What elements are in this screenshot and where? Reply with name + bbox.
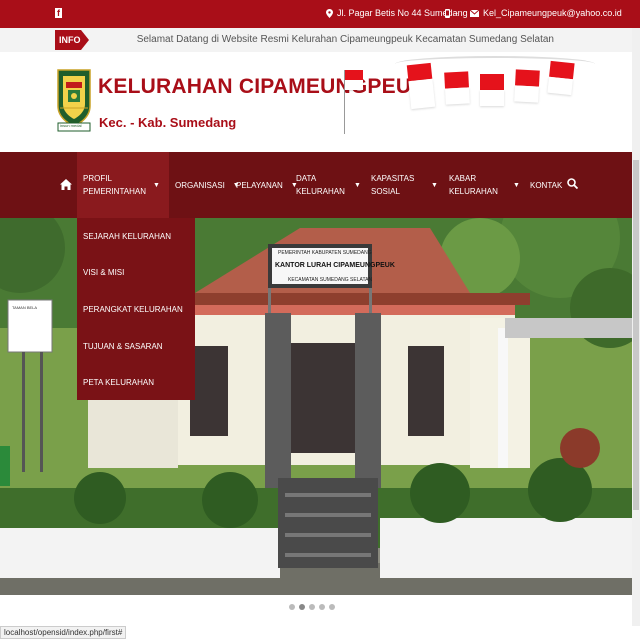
nav-item-data-kelurahan[interactable]: DATA KELURAHAN ▼	[296, 152, 361, 218]
facebook-icon[interactable]: f	[55, 8, 62, 18]
nav-item-pelayanan[interactable]: PELAYANAN ▼	[236, 152, 298, 218]
browser-status-url: localhost/opensid/index.php/first#	[0, 626, 127, 639]
office-sign-line-3: KECAMATAN SUMEDANG SELATAN	[288, 277, 373, 283]
carousel-indicators	[289, 604, 335, 610]
dropdown-item-peta[interactable]: PETA KELURAHAN	[83, 378, 154, 387]
info-marquee: Selamat Datang di Website Resmi Keluraha…	[136, 34, 554, 45]
dropdown-item-tujuan[interactable]: TUJUAN & SASARAN	[83, 342, 163, 351]
logo-motto: insun medal	[60, 123, 82, 128]
site-title[interactable]: KELURAHAN CIPAMEUNGPEUK	[98, 75, 427, 99]
nav-item-profil-pemerintahan[interactable]: PROFIL PEMERINTAHAN ▼	[77, 152, 169, 218]
home-icon[interactable]	[60, 179, 72, 190]
info-bar: INFO Selamat Datang di Website Resmi Kel…	[0, 28, 640, 53]
bunting-flag	[480, 74, 504, 106]
scrollbar-thumb[interactable]	[633, 160, 639, 510]
bunting-flag	[514, 69, 540, 103]
envelope-icon	[470, 9, 479, 17]
dropdown-item-sejarah[interactable]: SEJARAH KELURAHAN	[83, 232, 171, 241]
office-sign-line-1: PEMERINTAH KABUPATEN SUMEDANG	[278, 250, 372, 256]
carousel-dot[interactable]	[319, 604, 325, 610]
chevron-down-icon: ▼	[431, 181, 438, 189]
bunting-flag	[406, 62, 436, 110]
map-marker-icon	[326, 8, 333, 18]
site-header: insun medal KELURAHAN CIPAMEUNGPEUK Kec.…	[0, 52, 640, 152]
nav-item-label: KABAR KELURAHAN	[449, 174, 498, 196]
search-icon[interactable]	[567, 178, 578, 189]
email-item[interactable]: Kel_Cipameungpeuk@yahoo.co.id	[470, 8, 622, 18]
site-subtitle: Kec. - Kab. Sumedang	[99, 115, 237, 130]
nav-item-label: ORGANISASI	[175, 180, 225, 190]
carousel-dot[interactable]	[289, 604, 295, 610]
carousel-dot[interactable]	[309, 604, 315, 610]
phone-text: -	[455, 8, 458, 18]
nav-item-kontak[interactable]: KONTAK	[530, 152, 562, 218]
dropdown-profil-pemerintahan: SEJARAH KELURAHAN VISI & MISI PERANGKAT …	[77, 218, 195, 400]
carousel-dot[interactable]	[329, 604, 335, 610]
nav-item-label: PELAYANAN	[236, 180, 283, 190]
bunting-flag	[444, 71, 470, 105]
bunting-flag	[547, 60, 575, 96]
carousel-dot-active[interactable]	[299, 604, 305, 610]
phone-icon	[445, 8, 450, 18]
chevron-down-icon: ▼	[354, 181, 361, 189]
nav-item-label: DATA KELURAHAN	[296, 174, 345, 196]
nav-item-kabar-kelurahan[interactable]: KABAR KELURAHAN ▼	[449, 152, 520, 218]
email-text: Kel_Cipameungpeuk@yahoo.co.id	[483, 8, 622, 18]
dropdown-item-visi-misi[interactable]: VISI & MISI	[83, 268, 124, 277]
dropdown-item-perangkat[interactable]: PERANGKAT KELURAHAN	[83, 305, 183, 314]
chevron-down-icon: ▼	[513, 181, 520, 189]
nav-item-label: KAPASITAS SOSIAL	[371, 174, 415, 196]
phone-item: -	[444, 8, 458, 18]
office-sign-line-2: KANTOR LURAH CIPAMEUNGPEUK	[275, 262, 395, 269]
main-nav: PROFIL PEMERINTAHAN ▼ ORGANISASI ▼ PELAYAN…	[0, 152, 640, 218]
info-tag: INFO	[55, 30, 89, 50]
nav-item-label: KONTAK	[530, 180, 563, 190]
nav-item-label: PROFIL PEMERINTAHAN	[83, 174, 146, 196]
flag-pole	[345, 70, 363, 90]
nav-item-kapasitas-sosial[interactable]: KAPASITAS SOSIAL ▼	[371, 152, 438, 218]
board-title: TAMAN BELA	[12, 305, 38, 310]
top-bar: f Jl. Pagar Betis No 44 Sumedang - Kel_C…	[0, 0, 640, 28]
chevron-down-icon: ▼	[153, 181, 160, 189]
nav-item-organisasi[interactable]: ORGANISASI ▼	[175, 152, 240, 218]
